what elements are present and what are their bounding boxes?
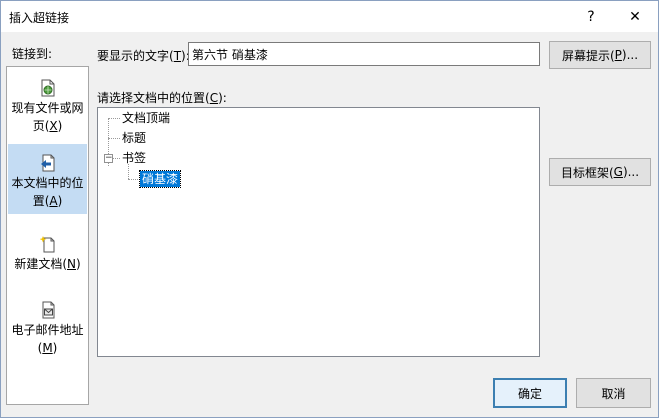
email-address-icon (40, 301, 56, 319)
tree-connector (128, 179, 138, 180)
collapse-icon[interactable]: − (104, 154, 113, 163)
sidebar-item-label: 本文档中的位 (11, 176, 84, 190)
sidebar-item-label: 新建文档(N) (14, 257, 81, 271)
document-location-tree[interactable]: 文档顶端 标题 − 书签 硝基漆 (97, 107, 540, 357)
new-document-icon (39, 235, 56, 253)
sidebar-item-existing-file-or-web-page[interactable]: 现有文件或网 页(X) (8, 79, 87, 135)
sidebar-item-label: (M) (37, 341, 58, 355)
display-text-label: 要显示的文字(T): (97, 49, 190, 63)
tree-item-bookmarks[interactable]: 书签 (122, 150, 146, 166)
sidebar-item-label: 现有文件或网 (11, 101, 84, 115)
tree-item-top-of-document[interactable]: 文档顶端 (122, 110, 170, 126)
sidebar-item-email-address[interactable]: 电子邮件地址 (M) (8, 301, 87, 357)
sidebar-item-new-document[interactable]: 新建文档(N) (8, 235, 87, 273)
help-button[interactable]: ? (569, 1, 613, 32)
dialog-title: 插入超链接 (9, 11, 70, 25)
screentip-button[interactable]: 屏幕提示(P)... (549, 41, 651, 69)
tree-connector (113, 158, 120, 159)
sidebar-item-label: 置(A) (32, 194, 63, 208)
target-frame-button[interactable]: 目标框架(G)... (549, 158, 651, 186)
ok-button[interactable]: 确定 (493, 378, 567, 408)
link-to-label: 链接到: (12, 47, 53, 61)
link-to-sidebar: 现有文件或网 页(X) 本文档中的位 置(A) 新建文档(N) 电子邮件地址 (… (6, 66, 89, 405)
title-bar: 插入超链接 ? ✕ (1, 1, 658, 32)
tree-item-bookmark-selected[interactable]: 硝基漆 (138, 170, 182, 188)
location-label: 请选择文档中的位置(C): (97, 91, 227, 105)
place-in-document-icon (40, 154, 56, 172)
display-text-input[interactable]: 第六节 硝基漆 (188, 42, 540, 66)
tree-connector (108, 118, 120, 119)
tree-connector (108, 138, 120, 139)
tree-connector (128, 164, 129, 179)
sidebar-item-label: 页(X) (32, 119, 63, 133)
web-file-icon (40, 79, 56, 97)
close-button[interactable]: ✕ (613, 1, 657, 32)
tree-item-headings[interactable]: 标题 (122, 130, 146, 146)
cancel-button[interactable]: 取消 (576, 378, 651, 408)
insert-hyperlink-dialog: 插入超链接 ? ✕ 链接到: 现有文件或网 页(X) 本文档中的位 置(A) 新… (0, 0, 659, 418)
sidebar-item-place-in-document[interactable]: 本文档中的位 置(A) (8, 144, 87, 214)
sidebar-item-label: 电子邮件地址 (11, 323, 84, 337)
